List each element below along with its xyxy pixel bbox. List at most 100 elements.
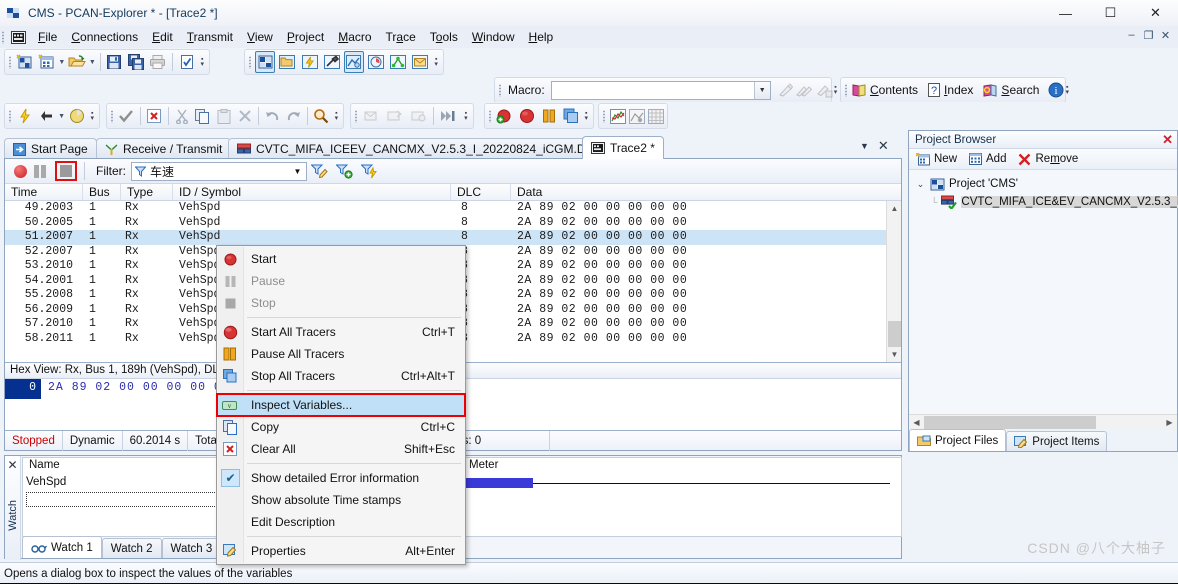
menubar-grip[interactable] xyxy=(0,29,7,45)
window-menu-icon[interactable] xyxy=(9,29,27,45)
close-icon[interactable]: ✕ xyxy=(878,138,889,154)
pause-icon[interactable] xyxy=(34,164,48,178)
menu-edit[interactable]: Edit xyxy=(145,28,180,46)
cut-icon[interactable] xyxy=(173,105,192,127)
menu-transmit[interactable]: Transmit xyxy=(180,28,240,46)
column-header-time[interactable]: Time xyxy=(5,184,83,200)
copy-all-tracers-icon[interactable] xyxy=(561,105,581,127)
send-periodic-icon[interactable] xyxy=(408,105,429,127)
column-header-dlc[interactable]: DLC xyxy=(451,184,511,200)
disconnect-dropdown-icon[interactable]: ▼ xyxy=(57,105,66,127)
status-icon[interactable] xyxy=(67,105,87,127)
column-header-data[interactable]: Data xyxy=(511,184,891,200)
column-header-meter[interactable]: Meter xyxy=(463,458,900,475)
table-row[interactable]: 50.2005 1 Rx VehSpd 8 2A 89 02 00 00 00 … xyxy=(5,216,901,231)
toolbar-overflow-button[interactable]: ▪ ▾ xyxy=(332,103,341,129)
close-button[interactable]: ✕ xyxy=(1133,0,1178,26)
trace-view-icon[interactable] xyxy=(343,51,365,73)
toolbar-overflow-button[interactable]: ▪ ▾ xyxy=(834,77,838,103)
filter-edit-icon[interactable] xyxy=(308,160,331,182)
tools-view-icon[interactable] xyxy=(322,51,342,73)
toolbar-grip[interactable] xyxy=(487,108,494,124)
macro-combo[interactable]: ▼ xyxy=(550,80,771,100)
menu-item-inspect-variables[interactable]: v Inspect Variables... xyxy=(216,393,466,417)
project-browser-hscrollbar[interactable]: ◀ ▶ xyxy=(909,414,1177,429)
connections-view-icon[interactable] xyxy=(255,51,276,73)
new-project-icon[interactable] xyxy=(15,51,35,73)
tab-watch-2[interactable]: Watch 2 xyxy=(101,538,162,558)
toolbar-overflow-button[interactable]: ▪ ▾ xyxy=(582,103,592,129)
toolbar-grip[interactable] xyxy=(7,108,14,124)
column-header-bus[interactable]: Bus xyxy=(83,184,121,200)
add-item-button[interactable]: Add xyxy=(969,153,1006,165)
menu-project[interactable]: Project xyxy=(280,28,331,46)
message-view-icon[interactable] xyxy=(410,51,430,73)
start-all-tracers-icon[interactable] xyxy=(495,105,515,127)
mdi-restore-button[interactable]: ❐ xyxy=(1142,29,1155,42)
menu-item-properties[interactable]: Properties Alt+Enter xyxy=(217,540,465,562)
menu-file[interactable]: File xyxy=(31,28,64,46)
column-header-id-symbol[interactable]: ID / Symbol xyxy=(173,184,451,200)
filter-combo[interactable]: 车速 ▼ xyxy=(131,161,307,181)
paste-icon[interactable] xyxy=(214,105,233,127)
scrollbar-thumb[interactable] xyxy=(888,321,901,347)
menu-trace[interactable]: Trace xyxy=(379,28,423,46)
index-label[interactable]: Index xyxy=(944,83,973,97)
column-header-type[interactable]: Type xyxy=(121,184,173,200)
filter-add-icon[interactable] xyxy=(333,160,356,182)
pause-all-tracers-icon[interactable] xyxy=(539,105,559,127)
run-all-macros-icon[interactable] xyxy=(795,79,814,101)
contents-icon[interactable] xyxy=(851,79,867,101)
menu-connections[interactable]: Connections xyxy=(64,28,145,46)
chevron-down-icon[interactable]: ▼ xyxy=(753,81,770,99)
tree-node-project[interactable]: ⌄ Project 'CMS' xyxy=(915,175,1177,193)
stop-all-tracers-icon[interactable] xyxy=(517,105,537,127)
toolbar-grip[interactable] xyxy=(109,108,116,124)
macro-input[interactable] xyxy=(551,82,770,98)
filter-quick-icon[interactable] xyxy=(358,160,381,182)
scroll-left-icon[interactable]: ◀ xyxy=(909,418,924,427)
clear-icon[interactable] xyxy=(235,105,254,127)
scroll-right-icon[interactable]: ▶ xyxy=(1162,418,1177,427)
maximize-button[interactable]: ☐ xyxy=(1088,0,1133,26)
toolbar-grip[interactable] xyxy=(353,108,360,124)
menu-window[interactable]: Window xyxy=(465,28,522,46)
tab-watch-1[interactable]: Watch 1 xyxy=(22,536,102,558)
toolbar-grip[interactable] xyxy=(497,82,504,98)
menu-item-start[interactable]: Start xyxy=(217,248,465,270)
open-dropdown-icon[interactable]: ▼ xyxy=(88,51,97,73)
project-view-icon[interactable] xyxy=(277,51,297,73)
contents-label[interactable]: Contents xyxy=(870,83,918,97)
step-icon[interactable] xyxy=(438,105,459,127)
table-row[interactable]: 51.2007 1 Rx VehSpd 8 2A 89 02 00 00 00 … xyxy=(5,230,901,245)
menu-item-stop-all-tracers[interactable]: Stop All Tracers Ctrl+Alt+T xyxy=(217,365,465,387)
open-icon[interactable] xyxy=(67,51,87,73)
search-icon[interactable] xyxy=(982,79,998,101)
menu-item-clear-all[interactable]: Clear All Shift+Esc xyxy=(217,438,465,460)
menu-item-pause-all-tracers[interactable]: Pause All Tracers xyxy=(217,343,465,365)
menu-item-stop[interactable]: Stop xyxy=(217,292,465,314)
menu-item-show-detailed-error-information[interactable]: ✔ Show detailed Error information xyxy=(217,467,465,489)
remove-button[interactable]: Remove xyxy=(1018,153,1078,166)
toolbar-overflow-button[interactable]: ▪ ▾ xyxy=(88,103,97,129)
search-label[interactable]: Search xyxy=(1001,83,1039,97)
area-plot-icon[interactable] xyxy=(628,105,645,127)
menu-view[interactable]: View xyxy=(240,28,280,46)
close-icon[interactable]: ✕ xyxy=(1162,132,1173,148)
mdi-close-button[interactable]: ✕ xyxy=(1159,29,1172,42)
copy-icon[interactable] xyxy=(194,105,213,127)
toolbar-overflow-button[interactable]: ▪ ▾ xyxy=(1065,77,1069,103)
menu-item-start-all-tracers[interactable]: Start All Tracers Ctrl+T xyxy=(217,321,465,343)
about-icon[interactable]: i xyxy=(1048,79,1064,101)
transmit-view-icon[interactable] xyxy=(299,51,319,73)
toolbar-overflow-button[interactable]: ▪ ▾ xyxy=(461,103,471,129)
index-icon[interactable]: ? xyxy=(927,79,941,101)
mdi-minimize-button[interactable]: – xyxy=(1125,29,1138,42)
menu-macro[interactable]: Macro xyxy=(331,28,378,46)
send-message-icon[interactable] xyxy=(361,105,382,127)
menu-tools[interactable]: Tools xyxy=(423,28,465,46)
send-list-icon[interactable] xyxy=(384,105,405,127)
new-window-dropdown-icon[interactable]: ▼ xyxy=(58,51,67,73)
record-icon[interactable] xyxy=(14,164,27,178)
tree-node-dbc[interactable]: └ CVTC_MIFA_ICE&EV_CANCMX_V2.5.3_I xyxy=(915,193,1178,211)
